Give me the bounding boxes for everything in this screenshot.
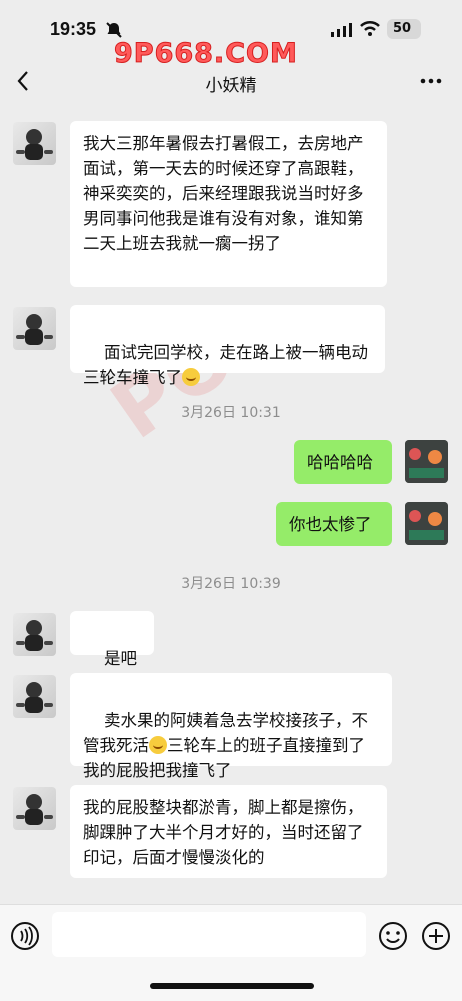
silent-bell-icon <box>106 22 122 38</box>
plus-icon[interactable] <box>421 921 451 951</box>
message-bubble: 我大三那年暑假去打暑假工，去房地产面试，第一天去的时候还穿了高跟鞋，神采奕奕的，… <box>70 121 387 287</box>
avatar[interactable] <box>13 613 56 656</box>
home-indicator[interactable] <box>150 983 314 989</box>
message-bubble: 你也太惨了 <box>276 502 392 546</box>
avatar[interactable] <box>13 122 56 165</box>
avatar[interactable] <box>13 787 56 830</box>
crying-emoji-icon <box>149 736 167 754</box>
wifi-icon <box>360 21 380 36</box>
chat-history: PO 我大三那年暑假去打暑假工，去房地产面试，第一天去的时候还穿了高跟鞋，神采奕… <box>0 106 462 1000</box>
chat-header: 小妖精 <box>0 56 462 106</box>
status-time: 19:35 <box>50 19 97 39</box>
avatar[interactable] <box>13 675 56 718</box>
voice-icon[interactable] <box>10 921 40 951</box>
message-bubble: 面试完回学校，走在路上被一辆电动三轮车撞飞了 <box>70 305 385 387</box>
timestamp: 3月26日 10:39 <box>181 576 281 592</box>
signal-icon <box>331 23 352 37</box>
avatar[interactable] <box>405 502 448 545</box>
message-bubble: 哈哈哈哈 <box>294 440 392 484</box>
message-bubble: 卖水果的阿姨着急去学校接孩子，不管我死活 三轮车上的班子直接撞到了我的屁股把我撞飞… <box>70 673 392 780</box>
avatar[interactable] <box>405 440 448 483</box>
more-icon[interactable] <box>420 78 442 84</box>
message-input[interactable] <box>52 912 366 957</box>
emoji-icon[interactable] <box>378 921 408 951</box>
battery-icon: 50 <box>387 19 421 39</box>
battery-level: 50 <box>393 21 412 36</box>
laughing-emoji-icon <box>182 368 200 386</box>
message-text: 是吧 <box>103 649 137 668</box>
avatar[interactable] <box>13 307 56 350</box>
message-bubble: 是吧 <box>70 611 154 692</box>
timestamp: 3月26日 10:31 <box>181 405 281 421</box>
chat-title: 小妖精 <box>205 76 257 96</box>
message-text: 面试完回学校，走在路上被一辆电动三轮车撞飞了 <box>83 343 368 387</box>
message-bubble: 我的屁股整块都淤青，脚上都是擦伤，脚踝肿了大半个月才好的，当时还留了印记，后面才… <box>70 785 387 878</box>
